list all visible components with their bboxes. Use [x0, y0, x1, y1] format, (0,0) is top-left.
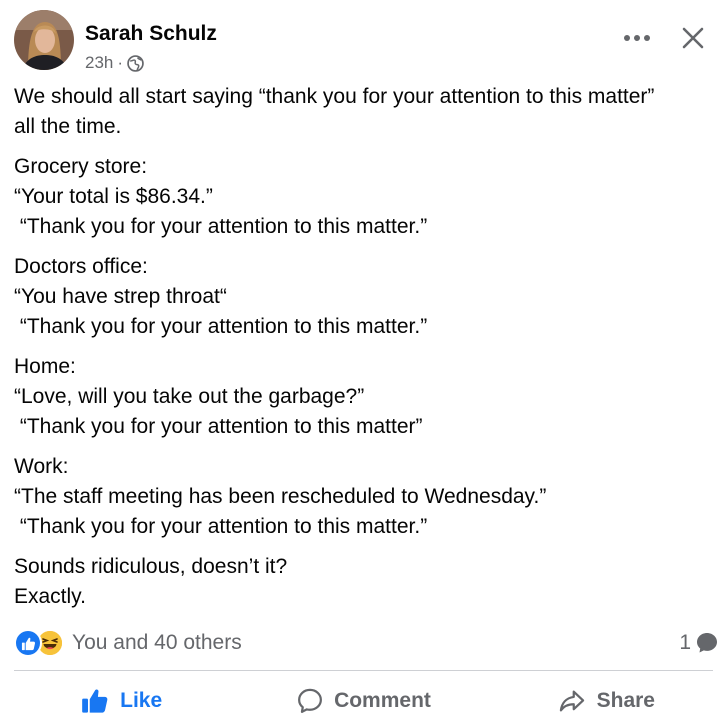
meta-separator: · — [117, 53, 124, 72]
comment-count[interactable]: 1 — [679, 631, 719, 655]
text-line: “The staff meeting has been rescheduled … — [14, 485, 547, 508]
text-line: “You have strep throat“ — [14, 285, 227, 308]
close-button[interactable] — [675, 20, 711, 56]
comment-bubble-icon — [697, 633, 717, 653]
text-line: Grocery store: — [14, 155, 148, 178]
text-line: “Thank you for your attention to this ma… — [14, 515, 428, 538]
text-line: Exactly. — [14, 585, 86, 608]
share-icon — [559, 690, 584, 712]
text-line: “Thank you for your attention to this ma… — [14, 415, 423, 438]
text-line: “Thank you for your attention to this ma… — [14, 215, 428, 238]
paragraph: Home: “Love, will you take out the garba… — [14, 352, 713, 442]
paragraph: Grocery store: “Your total is $86.34.” “… — [14, 152, 713, 242]
text-line: all the time. — [14, 115, 122, 138]
reaction-icons[interactable] — [14, 629, 64, 657]
paragraph: Work: “The staff meeting has been resche… — [14, 452, 713, 542]
close-icon — [682, 27, 704, 49]
text-line: Home: — [14, 355, 76, 378]
text-line: We should all start saying “thank you fo… — [14, 85, 655, 108]
share-label: Share — [596, 689, 655, 712]
timestamp[interactable]: 23h — [85, 53, 113, 73]
globe-icon[interactable] — [127, 54, 144, 72]
text-line: Sounds ridiculous, doesn’t it? — [14, 555, 288, 578]
avatar[interactable] — [14, 10, 74, 70]
like-label: Like — [120, 689, 163, 712]
more-options-button[interactable] — [619, 26, 655, 50]
paragraph: We should all start saying “thank you fo… — [14, 82, 713, 142]
like-icon[interactable] — [14, 629, 42, 657]
paragraph: Sounds ridiculous, doesn’t it? Exactly. — [14, 552, 713, 612]
text-line: “Your total is $86.34.” — [14, 185, 213, 208]
thumbs-up-icon — [82, 689, 108, 713]
paragraph: Doctors office: “You have strep throat“ … — [14, 252, 713, 342]
action-bar: Like Comment Share — [0, 678, 727, 724]
author-name[interactable]: Sarah Schulz — [85, 22, 217, 46]
share-button[interactable]: Share — [485, 678, 727, 724]
like-button[interactable]: Like — [0, 678, 242, 724]
post-meta: 23h · — [85, 53, 144, 73]
text-line: “Love, will you take out the garbage?” — [14, 385, 365, 408]
comment-button[interactable]: Comment — [242, 678, 484, 724]
post-header: Sarah Schulz 23h · — [14, 10, 713, 72]
text-line: Doctors office: — [14, 255, 148, 278]
text-line: Work: — [14, 455, 69, 478]
comment-label: Comment — [334, 689, 431, 712]
text-line: “Thank you for your attention to this ma… — [14, 315, 428, 338]
reaction-summary[interactable]: You and 40 others — [72, 631, 242, 655]
post-text: We should all start saying “thank you fo… — [14, 82, 713, 622]
divider — [14, 670, 713, 671]
more-icon — [624, 35, 650, 41]
reactions-row: You and 40 others 1 — [14, 627, 719, 659]
comment-icon — [298, 688, 323, 713]
comment-count-number: 1 — [679, 631, 691, 654]
